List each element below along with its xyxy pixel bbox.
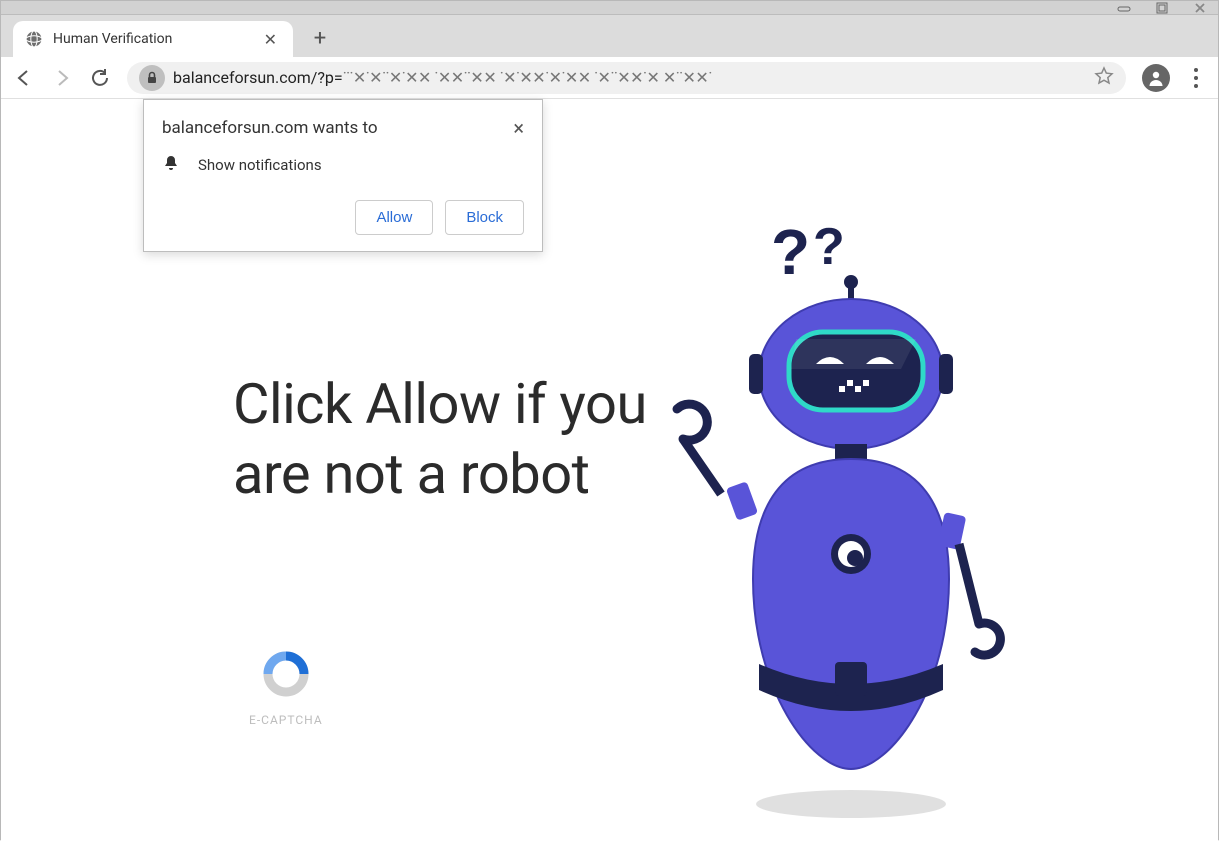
dialog-close-icon[interactable]: × (513, 118, 524, 138)
svg-text:?: ? (771, 216, 810, 288)
browser-window: Human Verification ✕ + balanceforsun.com… (0, 0, 1219, 840)
svg-text:?: ? (813, 218, 845, 276)
page-content: balanceforsun.com wants to × Show notifi… (1, 99, 1218, 841)
permission-request-label: Show notifications (198, 156, 322, 174)
browser-tab[interactable]: Human Verification ✕ (13, 21, 293, 57)
tab-close-icon[interactable]: ✕ (260, 30, 281, 49)
captcha-ring-icon (261, 649, 311, 699)
block-button[interactable]: Block (445, 200, 524, 235)
allow-button[interactable]: Allow (355, 200, 433, 235)
new-tab-button[interactable]: + (303, 21, 337, 55)
tab-title: Human Verification (53, 31, 250, 47)
bell-icon (162, 154, 180, 176)
permission-title: balanceforsun.com wants to (162, 118, 378, 138)
url-query-obscured: ˙˙˙✕˙✕˙˙✕˙✕✕ ˙✕✕˙˙✕✕ ˙✕˙✕✕˙✕˙✕✕ ˙✕˙˙✕✕˙✕… (343, 68, 712, 87)
minimize-button[interactable] (1112, 2, 1136, 14)
notification-permission-dialog: balanceforsun.com wants to × Show notifi… (143, 99, 543, 252)
maximize-button[interactable] (1150, 2, 1174, 14)
os-titlebar (1, 1, 1218, 15)
bookmark-star-icon[interactable] (1094, 66, 1114, 90)
browser-toolbar: balanceforsun.com/?p=˙˙˙✕˙✕˙˙✕˙✕✕ ˙✕✕˙˙✕… (1, 57, 1218, 99)
kebab-menu-icon[interactable] (1186, 68, 1206, 88)
url-domain: balanceforsun.com/?p= (173, 68, 343, 87)
globe-icon (25, 30, 43, 48)
address-bar[interactable]: balanceforsun.com/?p=˙˙˙✕˙✕˙˙✕˙✕✕ ˙✕✕˙˙✕… (127, 62, 1126, 94)
captcha-label: E-CAPTCHA (249, 713, 323, 727)
forward-button[interactable] (51, 67, 73, 89)
profile-avatar-icon[interactable] (1142, 64, 1170, 92)
url-text: balanceforsun.com/?p=˙˙˙✕˙✕˙˙✕˙✕✕ ˙✕✕˙˙✕… (173, 68, 1086, 87)
back-button[interactable] (13, 67, 35, 89)
reload-button[interactable] (89, 67, 111, 89)
lock-icon (139, 65, 165, 91)
captcha-badge: E-CAPTCHA (249, 649, 323, 727)
window-close-button[interactable] (1188, 2, 1212, 14)
page-headline: Click Allow if you are not a robot (233, 369, 653, 509)
robot-illustration: ? ? (641, 204, 1021, 824)
tab-strip: Human Verification ✕ + (1, 15, 1218, 57)
